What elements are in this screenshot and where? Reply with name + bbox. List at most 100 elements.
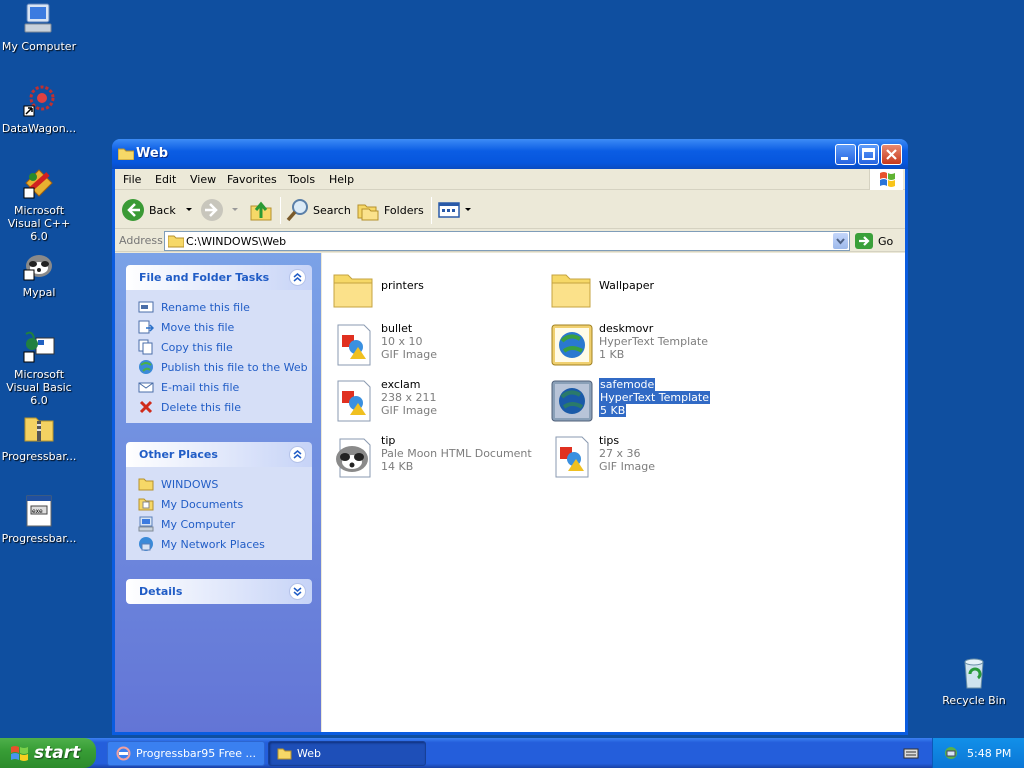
desktop-icon-label: DataWagon... — [1, 122, 77, 135]
views-button[interactable] — [437, 197, 473, 223]
svg-text:exe: exe — [32, 508, 43, 515]
menu-help[interactable]: Help — [329, 173, 354, 186]
file-list: printers Wallpaper bullet 10 x 10 GIF Im… — [322, 253, 905, 732]
desktop-icon-mypal[interactable]: Mypal — [0, 248, 78, 299]
panel-header[interactable]: Details — [126, 579, 312, 604]
task-label: Move this file — [161, 320, 235, 334]
panel-header[interactable]: Other Places — [126, 442, 312, 467]
panel-title: Details — [139, 585, 183, 598]
menu-edit[interactable]: Edit — [155, 173, 176, 186]
desktop-icon-visual-cpp[interactable]: Microsoft Visual C++ 6.0 — [0, 166, 78, 243]
task-email[interactable]: E-mail this file — [126, 377, 312, 397]
back-button[interactable]: Back — [121, 197, 194, 223]
file-size: 5 KB — [599, 404, 627, 417]
desktop-icon-my-computer[interactable]: My Computer — [0, 2, 78, 53]
network-places-icon — [138, 536, 154, 552]
taskbar: start Progressbar95 Free ... Web 5:48 PM — [0, 738, 1024, 768]
network-tray-icon[interactable] — [943, 745, 959, 764]
file-item-safemode[interactable]: safemode HyperText Template 5 KB — [544, 375, 754, 427]
chevron-down-icon[interactable] — [230, 205, 240, 215]
file-type: GIF Image — [381, 348, 438, 361]
taskbar-item-web[interactable]: Web — [268, 741, 426, 766]
panel-header[interactable]: File and Folder Tasks — [126, 265, 312, 290]
expand-chevron-icon[interactable] — [289, 583, 306, 600]
desktop-icon-progressbar-exe[interactable]: exe Progressbar... — [0, 494, 78, 545]
menu-file[interactable]: File — [123, 173, 141, 186]
file-type: GIF Image — [599, 460, 656, 473]
desktop-icon-datawagon[interactable]: DataWagon... — [0, 84, 78, 135]
address-input[interactable]: C:\WINDOWS\Web — [164, 231, 850, 251]
place-my-documents[interactable]: My Documents — [126, 494, 312, 514]
file-item-deskmovr[interactable]: deskmovr HyperText Template 1 KB — [544, 319, 754, 371]
file-item-wallpaper[interactable]: Wallpaper — [544, 263, 754, 315]
file-name: safemode — [599, 378, 656, 391]
chevron-down-icon[interactable] — [184, 205, 194, 215]
desktop-icon-visual-basic[interactable]: Microsoft Visual Basic 6.0 — [0, 330, 78, 407]
back-label: Back — [149, 203, 176, 217]
go-label: Go — [878, 234, 894, 248]
minimize-button[interactable] — [835, 144, 856, 165]
file-type: Pale Moon HTML Document — [381, 447, 532, 460]
clock[interactable]: 5:48 PM — [967, 747, 1011, 760]
my-computer-icon — [22, 2, 56, 36]
collapse-chevron-icon[interactable] — [289, 269, 306, 286]
file-item-tips[interactable]: tips 27 x 36 GIF Image — [544, 431, 754, 483]
go-arrow-icon — [855, 233, 873, 249]
mypal-icon — [22, 248, 56, 282]
menu-view[interactable]: View — [190, 173, 216, 186]
folder-icon — [550, 267, 594, 311]
file-name: tip — [381, 434, 396, 447]
task-move[interactable]: Move this file — [126, 317, 312, 337]
forward-button[interactable] — [200, 197, 240, 223]
desktop-icon-label: Progressbar... — [1, 532, 77, 545]
visual-cpp-icon — [22, 166, 56, 200]
desktop-icon-label: Microsoft Visual Basic 6.0 — [6, 368, 72, 407]
place-windows[interactable]: WINDOWS — [126, 474, 312, 494]
toolbar-separator — [280, 197, 281, 224]
file-item-tip[interactable]: tip Pale Moon HTML Document 14 KB — [326, 431, 536, 483]
file-dimensions: 238 x 211 — [381, 391, 437, 404]
search-button[interactable]: Search — [286, 197, 351, 223]
place-label: WINDOWS — [161, 477, 219, 491]
task-rename[interactable]: Rename this file — [126, 297, 312, 317]
task-publish[interactable]: Publish this file to the Web — [126, 357, 312, 377]
back-arrow-icon — [122, 199, 144, 221]
file-type: HyperText Template — [599, 335, 708, 348]
maximize-button[interactable] — [858, 144, 879, 165]
start-button[interactable]: start — [0, 738, 96, 768]
menu-tools[interactable]: Tools — [288, 173, 315, 186]
taskbar-item-progressbar[interactable]: Progressbar95 Free ... — [107, 741, 265, 766]
window-client: File Edit View Favorites Tools Help Back — [115, 169, 905, 732]
folders-button[interactable]: Folders — [356, 197, 424, 223]
title-bar[interactable]: Web — [112, 139, 908, 169]
up-folder-button[interactable] — [249, 197, 273, 223]
file-item-exclam[interactable]: exclam 238 x 211 GIF Image — [326, 375, 536, 427]
task-delete[interactable]: Delete this file — [126, 397, 312, 417]
folder-icon — [138, 476, 154, 492]
place-my-network-places[interactable]: My Network Places — [126, 534, 312, 554]
progressbar-app-icon — [116, 746, 131, 761]
file-item-printers[interactable]: printers — [326, 263, 536, 315]
htt-template-icon — [550, 379, 594, 423]
place-my-computer[interactable]: My Computer — [126, 514, 312, 534]
my-documents-icon — [138, 496, 154, 512]
email-icon — [138, 379, 154, 395]
menu-favorites[interactable]: Favorites — [227, 173, 277, 186]
address-dropdown-button[interactable] — [833, 233, 848, 249]
collapse-chevron-icon[interactable] — [289, 446, 306, 463]
task-label: Delete this file — [161, 400, 241, 414]
folder-icon — [277, 746, 292, 761]
task-copy[interactable]: Copy this file — [126, 337, 312, 357]
keyboard-icon[interactable] — [903, 746, 919, 763]
file-item-bullet[interactable]: bullet 10 x 10 GIF Image — [326, 319, 536, 371]
desktop-icon-recycle-bin[interactable]: Recycle Bin — [935, 656, 1013, 707]
taskbar-item-label: Progressbar95 Free ... — [136, 747, 257, 760]
file-name: tips — [599, 434, 620, 447]
go-button[interactable]: Go — [854, 231, 893, 251]
desktop-icon-progressbar-zip[interactable]: Progressbar... — [0, 412, 78, 463]
forward-arrow-icon — [201, 199, 223, 221]
move-icon — [138, 319, 155, 335]
visual-basic-icon — [22, 330, 56, 364]
file-type: GIF Image — [381, 404, 438, 417]
close-button[interactable] — [881, 144, 902, 165]
